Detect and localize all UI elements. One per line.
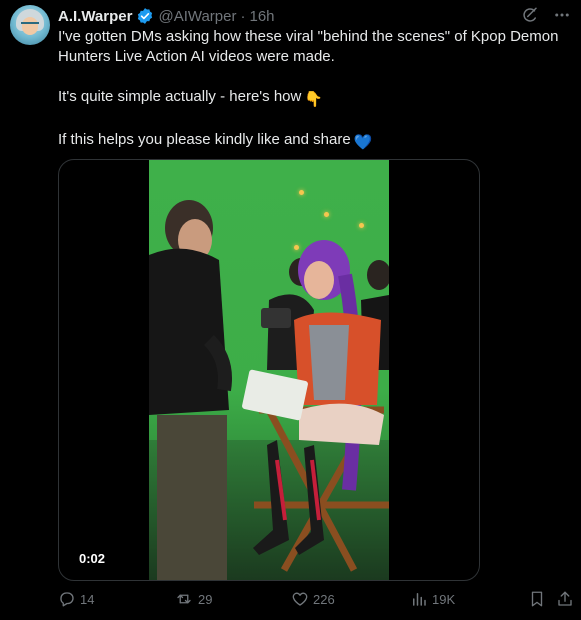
post-top-actions [521,6,571,24]
views-button[interactable]: 19K [410,590,455,608]
like-count: 226 [313,591,335,607]
reply-button[interactable]: 14 [58,590,94,608]
author-name[interactable]: A.I.Warper [58,8,132,25]
post-text: I've gotten DMs asking how these viral "… [58,27,573,153]
post-time[interactable]: 16h [250,8,275,25]
post-actions: 14 29 226 19K [58,590,578,614]
post-paragraph-text: It's quite simple actually - here's how [58,88,302,105]
reply-count: 14 [80,591,95,607]
repost-count: 29 [198,591,213,607]
post-header: A.I.Warper @AIWarper · 16h [58,6,275,26]
heart-icon [291,590,309,608]
separator-dot: · [240,7,246,25]
views-count: 19K [432,591,456,607]
avatar[interactable] [10,5,50,45]
author-handle[interactable]: @AIWarper [158,8,236,25]
blue-heart-emoji: 💙 [353,134,373,151]
views-icon [410,590,428,608]
bookmark-icon [528,590,546,608]
post-paragraph: I've gotten DMs asking how these viral "… [58,28,559,65]
verified-badge-icon[interactable] [136,7,154,25]
post-paragraph: It's quite simple actually - here's how 👇 [58,87,573,110]
more-icon[interactable] [553,6,571,24]
pointing-down-emoji: 👇 [304,91,324,108]
avatar-glasses [21,22,39,28]
like-button[interactable]: 226 [291,590,335,608]
bookmark-button[interactable] [528,590,546,608]
video-player[interactable]: 0:02 [58,159,480,581]
video-timestamp: 0:02 [73,549,112,568]
share-button[interactable] [556,590,574,608]
repost-icon [174,590,194,608]
post-paragraph: If this helps you please kindly like and… [58,130,573,153]
post-paragraph-text: If this helps you please kindly like and… [58,131,351,148]
repost-button[interactable]: 29 [174,590,212,608]
grok-icon[interactable] [521,6,539,24]
scene-illustration [149,200,389,580]
share-icon [556,590,574,608]
video-frame[interactable] [149,160,389,580]
reply-icon [58,590,76,608]
